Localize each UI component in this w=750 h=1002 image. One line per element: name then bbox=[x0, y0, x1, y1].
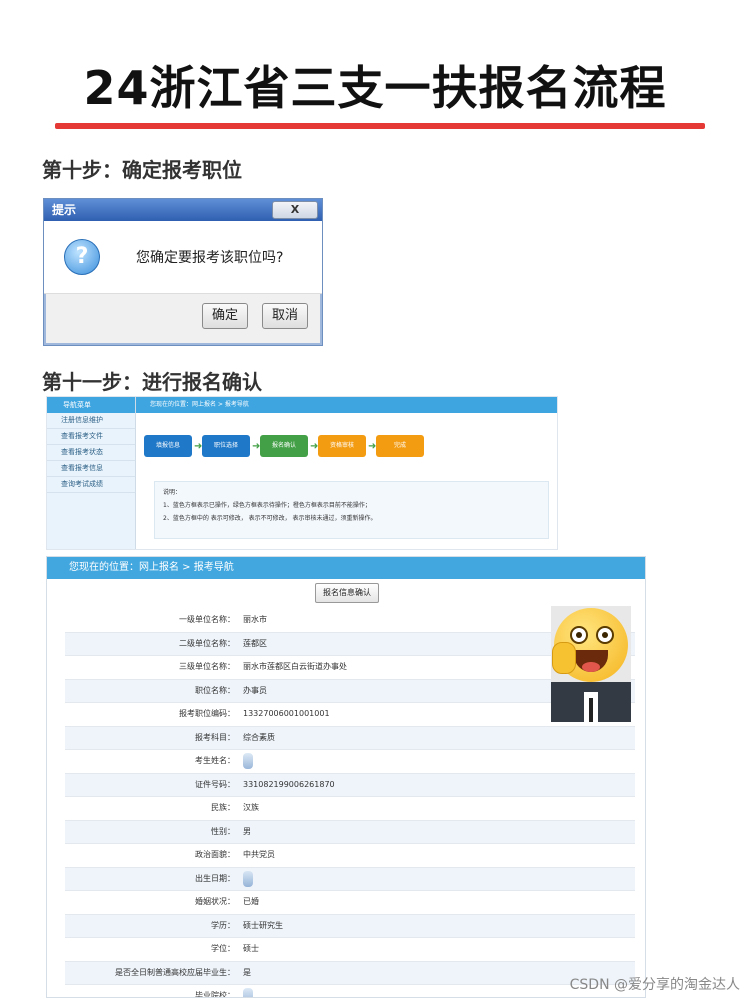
row-label: 学历： bbox=[211, 920, 235, 930]
row-label: 报考科目： bbox=[195, 732, 235, 742]
table-row: 二级单位名称： 莲都区 bbox=[65, 632, 635, 656]
redacted-value bbox=[243, 988, 253, 997]
row-label: 职位名称： bbox=[195, 685, 235, 695]
sidebar-item-exam-docs[interactable]: 查看报考文件 bbox=[47, 429, 135, 445]
table-row: 毕业院校： bbox=[65, 985, 635, 998]
row-value: 汉族 bbox=[243, 803, 259, 812]
confirm-info-button[interactable]: 报名信息确认 bbox=[315, 583, 379, 603]
note-title: 说明： bbox=[163, 489, 182, 496]
row-label: 性别： bbox=[211, 826, 235, 836]
table-row: 性别： 男 bbox=[65, 820, 635, 844]
row-value: 331082199006261870 bbox=[243, 779, 335, 789]
table-row: 职位名称： 办事员 bbox=[65, 679, 635, 703]
note-line: 1、蓝色方框表示已操作，绿色方框表示待操作；橙色方框表示目前不能操作； bbox=[163, 502, 371, 509]
dialog-message: 您确定要报考该职位吗? bbox=[136, 250, 284, 266]
flow-step-position-select[interactable]: 职位选择 bbox=[202, 435, 250, 457]
sidebar-item-scores[interactable]: 查询考试成绩 bbox=[47, 477, 135, 493]
confirm-breadcrumb: 您现在的位置：网上报名 > 报考导航 bbox=[47, 557, 645, 579]
step-ten-heading: 第十步：确定报考职位 bbox=[42, 158, 242, 182]
flow-step-review: 资格审核 bbox=[318, 435, 366, 457]
sidebar-item-exam-info[interactable]: 查看报考信息 bbox=[47, 461, 135, 477]
flow-step-fill-info[interactable]: 填报信息 bbox=[144, 435, 192, 457]
table-row: 出生日期： bbox=[65, 867, 635, 891]
emoji-tongue bbox=[582, 662, 600, 672]
photo-tie bbox=[589, 698, 593, 722]
row-value bbox=[239, 750, 635, 773]
table-row: 报考职位编码： 13327006001001001 bbox=[65, 703, 635, 727]
row-label: 三级单位名称： bbox=[179, 662, 235, 671]
row-label: 学位： bbox=[211, 944, 235, 953]
question-icon: ? bbox=[64, 239, 100, 275]
row-label: 二级单位名称： bbox=[179, 638, 235, 648]
dialog-cancel-button[interactable]: 取消 bbox=[262, 303, 308, 329]
flow-step-done: 完成 bbox=[376, 435, 424, 457]
emoji-pupil bbox=[602, 632, 608, 638]
row-label: 是否全日制普通高校应届毕业生： bbox=[115, 967, 235, 977]
table-row: 证件号码： 331082199006261870 bbox=[65, 773, 635, 797]
dialog-ok-button[interactable]: 确定 bbox=[202, 303, 248, 329]
confirm-dialog: 提示 X ? 您确定要报考该职位吗? 确定 取消 bbox=[43, 198, 323, 346]
table-row: 是否全日制普通高校应届毕业生：是 bbox=[65, 961, 635, 985]
row-value: 中共党员 bbox=[243, 850, 275, 859]
sidebar-item-register-info[interactable]: 注册信息维护 bbox=[47, 413, 135, 429]
table-row: 学历： 硕士研究生 bbox=[65, 914, 635, 938]
nav-screenshot: 导航菜单 注册信息维护 查看报考文件 查看报考状态 查看报考信息 查询考试成绩 … bbox=[46, 396, 558, 550]
row-label: 证件号码： bbox=[195, 779, 235, 789]
row-value: 男 bbox=[243, 826, 251, 836]
note-line: 2、蓝色方框中的 表示可修改， 表示不可修改， 表示审核未通过，须重新操作。 bbox=[163, 515, 377, 522]
table-row: 三级单位名称： 丽水市莲都区白云街道办事处 bbox=[65, 656, 635, 680]
row-label: 一级单位名称： bbox=[179, 615, 235, 624]
row-value: 已婚 bbox=[243, 897, 259, 906]
table-row: 学位： 硕士 bbox=[65, 938, 635, 962]
dialog-title: 提示 bbox=[52, 203, 77, 217]
row-label: 报考职位编码： bbox=[179, 709, 235, 718]
sidebar-header: 导航菜单 bbox=[47, 397, 135, 413]
table-row: 婚姻状况： 已婚 bbox=[65, 891, 635, 915]
flow-step-confirm[interactable]: 报名确认 bbox=[260, 435, 308, 457]
table-row: 一级单位名称： 丽水市 bbox=[65, 609, 635, 633]
dialog-body: ? 您确定要报考该职位吗? bbox=[44, 221, 322, 294]
nav-breadcrumb: 您现在的位置：网上报名 > 报考导航 bbox=[136, 397, 557, 413]
row-value: 硕士研究生 bbox=[243, 920, 283, 930]
confirm-table: 一级单位名称： 丽水市 二级单位名称： 莲都区 三级单位名称： 丽水市莲都区白云街道办事处… bbox=[65, 609, 635, 998]
nav-sidebar: 导航菜单 注册信息维护 查看报考文件 查看报考状态 查看报考信息 查询考试成绩 bbox=[47, 397, 136, 549]
table-row: 考生姓名： bbox=[65, 750, 635, 774]
emoji-pupil bbox=[576, 632, 582, 638]
nav-note: 说明： 1、蓝色方框表示已操作，绿色方框表示待操作；橙色方框表示目前不能操作； … bbox=[154, 481, 549, 539]
redacted-value bbox=[243, 753, 253, 769]
dialog-titlebar: 提示 X bbox=[44, 199, 322, 221]
emoji-cover-icon bbox=[552, 608, 628, 682]
nav-main: 您现在的位置：网上报名 > 报考导航 填报信息 ➜ 职位选择 ➜ 报名确认 ➜ … bbox=[136, 397, 557, 549]
table-row: 政治面貌： 中共党员 bbox=[65, 844, 635, 868]
redacted-value bbox=[243, 870, 253, 887]
emoji-eye bbox=[596, 626, 614, 644]
row-label: 婚姻状况： bbox=[195, 897, 235, 906]
dialog-close-button[interactable]: X bbox=[272, 201, 318, 219]
emoji-hand bbox=[552, 642, 576, 674]
watermark: CSDN @爱分享的淘金达人 bbox=[569, 977, 740, 993]
table-row: 报考科目： 综合素质 bbox=[65, 726, 635, 750]
applicant-photo bbox=[551, 606, 631, 722]
step-eleven-heading: 第十一步：进行报名确认 bbox=[42, 370, 262, 394]
emoji-mouth bbox=[574, 650, 608, 672]
row-value: 综合素质 bbox=[243, 732, 275, 742]
sidebar-item-exam-status[interactable]: 查看报考状态 bbox=[47, 445, 135, 461]
emoji-eye bbox=[570, 626, 588, 644]
row-value: 硕士 bbox=[243, 944, 259, 953]
row-label: 考生姓名： bbox=[195, 756, 235, 765]
row-label: 民族： bbox=[211, 803, 235, 812]
page-title: 24浙江省三支一扶报名流程 bbox=[83, 61, 667, 115]
title-underline bbox=[55, 123, 705, 129]
row-label: 出生日期： bbox=[195, 873, 235, 883]
row-label: 毕业院校： bbox=[195, 991, 235, 998]
row-value bbox=[239, 868, 635, 891]
table-row: 民族： 汉族 bbox=[65, 797, 635, 821]
row-label: 政治面貌： bbox=[195, 850, 235, 859]
